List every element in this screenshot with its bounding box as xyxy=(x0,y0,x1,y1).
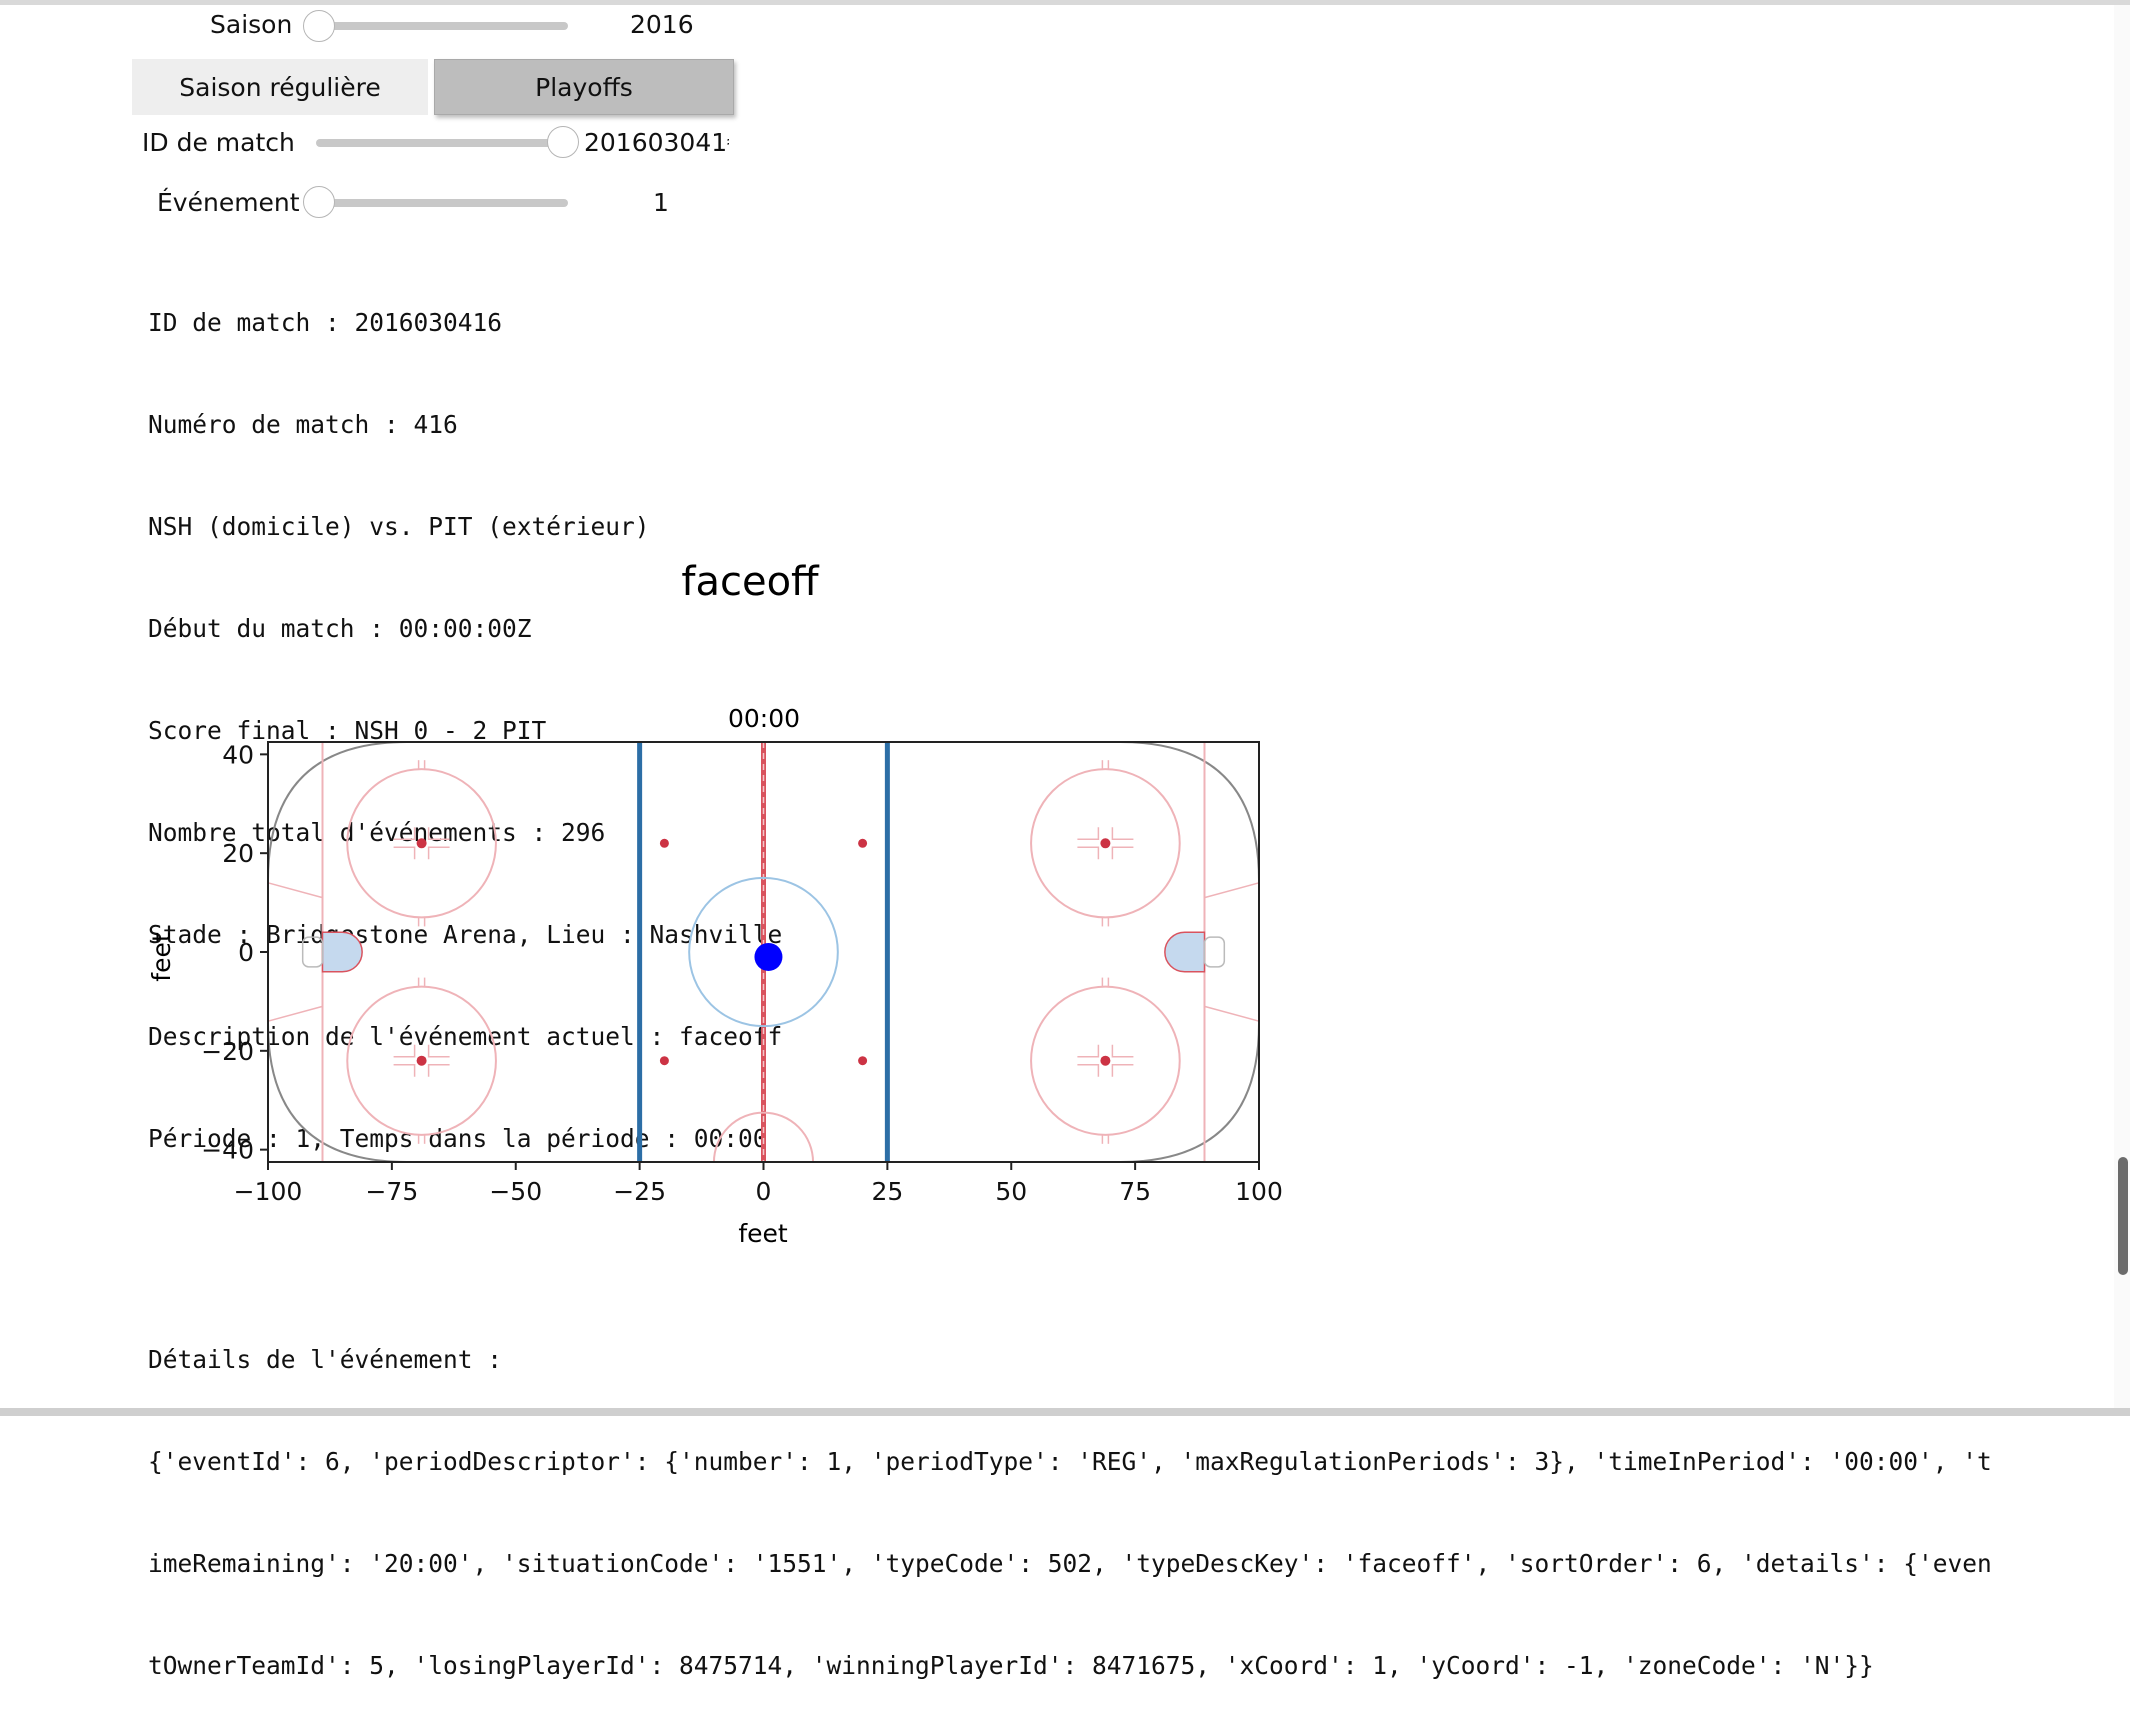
season-slider-track[interactable] xyxy=(320,22,568,30)
game-info-line: Numéro de match : 416 xyxy=(148,410,458,439)
game-id-value: 201603041€ xyxy=(584,128,729,157)
season-value: 2016 xyxy=(630,10,694,39)
event-label: Événement xyxy=(157,188,300,217)
faceoff-marker xyxy=(1111,827,1134,841)
x-tick-label: 50 xyxy=(995,1177,1027,1206)
game-id-label: ID de match xyxy=(142,128,295,157)
x-tick-label: 75 xyxy=(1119,1177,1151,1206)
event-markers xyxy=(754,942,783,971)
x-tick-label: 25 xyxy=(871,1177,903,1206)
event-point xyxy=(754,942,783,971)
game-id-slider-handle[interactable] xyxy=(547,126,579,158)
y-tick-label: 20 xyxy=(222,839,254,868)
event-details: Détails de l'événement : {'eventId': 6, … xyxy=(148,1275,1992,1717)
goal-net xyxy=(301,936,324,968)
faceoff-marker xyxy=(393,1063,416,1077)
scrollbar-thumb[interactable] xyxy=(2118,1157,2128,1275)
faceoff-dot xyxy=(1100,1055,1111,1066)
x-tick-label: −75 xyxy=(365,1177,418,1206)
trapezoid-line xyxy=(267,1005,323,1022)
x-tick-label: −25 xyxy=(613,1177,666,1206)
faceoff-marker xyxy=(393,846,416,860)
faceoff-marker xyxy=(393,827,416,841)
playoffs-toggle[interactable]: Playoffs xyxy=(434,59,734,115)
event-details-line: {'eventId': 6, 'periodDescriptor': {'num… xyxy=(148,1447,1992,1476)
goal-crease xyxy=(1164,931,1206,973)
faceoff-marker xyxy=(1077,846,1100,860)
regular-season-toggle[interactable]: Saison régulière xyxy=(132,59,428,115)
x-tick-label: −50 xyxy=(489,1177,542,1206)
faceoff-marker xyxy=(427,846,450,860)
y-tick-label: 0 xyxy=(238,938,254,967)
x-axis-label: feet xyxy=(738,1219,788,1248)
chart-title: faceoff xyxy=(681,559,820,605)
faceoff-marker xyxy=(1111,846,1134,860)
faceoff-marker xyxy=(1077,827,1100,841)
y-axis-label: feet xyxy=(147,932,176,982)
x-tick-label: 0 xyxy=(756,1177,772,1206)
game-info-line: NSH (domicile) vs. PIT (extérieur) xyxy=(148,512,650,541)
game-info-line: ID de match : 2016030416 xyxy=(148,308,503,337)
x-tick-label: 100 xyxy=(1235,1177,1283,1206)
game-id-slider-track[interactable] xyxy=(316,139,566,147)
season-label: Saison xyxy=(210,10,293,39)
top-border xyxy=(0,0,2130,5)
goal-crease xyxy=(321,931,363,973)
faceoff-dot xyxy=(659,838,669,848)
event-details-heading: Détails de l'événement : xyxy=(148,1345,503,1374)
event-slider-track[interactable] xyxy=(320,199,568,207)
event-details-line: imeRemaining': '20:00', 'situationCode':… xyxy=(148,1549,1992,1578)
trapezoid-line xyxy=(1204,1005,1260,1022)
faceoff-marker xyxy=(1111,1063,1134,1077)
faceoff-marker xyxy=(1077,1063,1100,1077)
y-tick-label: −40 xyxy=(201,1136,254,1165)
y-tick-label: 40 xyxy=(222,740,254,769)
faceoff-marker xyxy=(1077,1044,1100,1058)
rink-chart: faceoff 00:00 −100 −75 −50 −25 0 25 50 75 100 40 2… xyxy=(147,559,1283,1248)
faceoff-marker xyxy=(393,1044,416,1058)
chart-subtitle: 00:00 xyxy=(728,704,800,733)
trapezoid-line xyxy=(267,882,323,899)
event-slider-handle[interactable] xyxy=(303,186,335,218)
faceoff-dot xyxy=(858,838,868,848)
bottom-border xyxy=(0,1408,2130,1416)
faceoff-marker xyxy=(1111,1044,1134,1058)
faceoff-dot xyxy=(416,1055,427,1066)
faceoff-dot xyxy=(1100,838,1111,849)
event-value: 1 xyxy=(653,188,669,217)
axis-ticks: −100 −75 −50 −25 0 25 50 75 100 40 20 0 −20 −40 xyxy=(201,740,1283,1206)
trapezoid-line xyxy=(1204,882,1260,899)
event-details-line: tOwnerTeamId': 5, 'losingPlayerId': 8475… xyxy=(148,1651,1874,1680)
faceoff-dot xyxy=(659,1056,669,1066)
faceoff-marker xyxy=(427,1044,450,1058)
goal-net xyxy=(1203,936,1226,968)
faceoff-marker xyxy=(427,827,450,841)
faceoff-marker xyxy=(427,1063,450,1077)
faceoff-dot xyxy=(416,838,427,849)
faceoff-dot xyxy=(858,1056,868,1066)
y-tick-label: −20 xyxy=(201,1037,254,1066)
season-slider-handle[interactable] xyxy=(303,10,335,42)
x-tick-label: −100 xyxy=(234,1177,303,1206)
